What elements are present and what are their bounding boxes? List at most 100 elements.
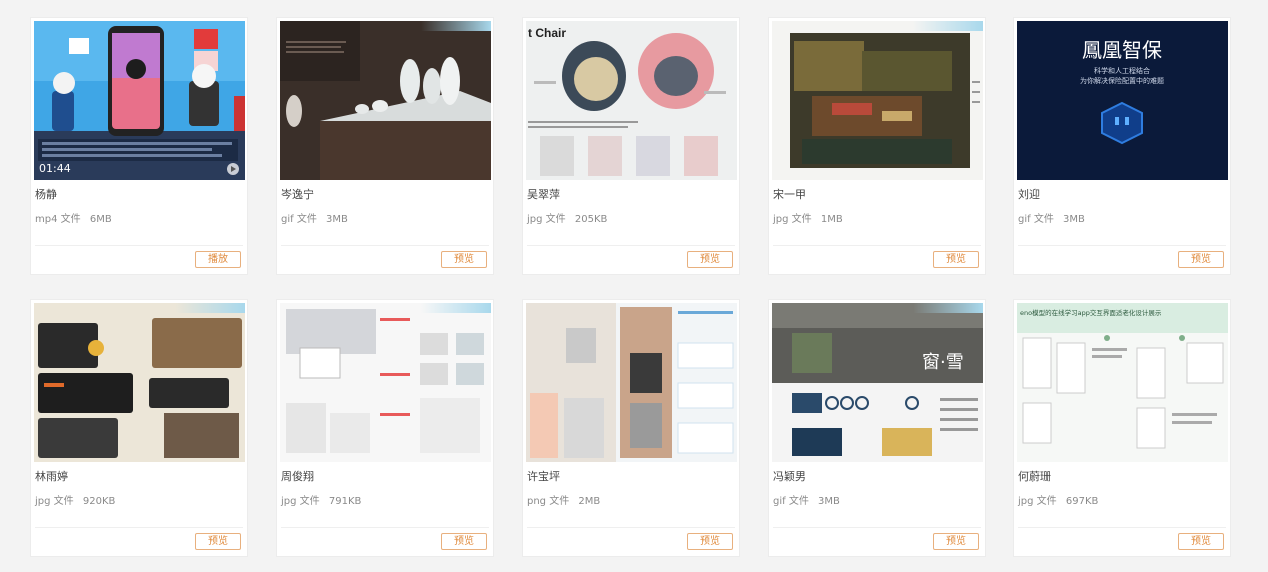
uploader-name: 何蔚珊 [1018, 470, 1051, 483]
preview-button[interactable]: 预览 [441, 251, 487, 268]
file-card[interactable]: 许宝坪 png 文件 2MB 预览 [522, 299, 740, 557]
divider [281, 527, 489, 528]
chair-design-image: t Chair [526, 21, 737, 180]
poster-subtitle-2: 为你解决保险配置中的难题 [1080, 76, 1164, 85]
divider [281, 245, 489, 246]
file-ext: jpg [527, 214, 543, 225]
preview-button[interactable]: 预览 [1178, 251, 1224, 268]
file-type-label: 文件 [60, 214, 81, 225]
file-type-label: 文件 [53, 496, 74, 507]
kitchen-appliance-image [526, 303, 737, 462]
game-scene-image [34, 21, 245, 180]
app-ui-design-image: eno模型的在线学习app交互界面适老化设计展示 [1017, 303, 1228, 462]
file-card[interactable]: eno模型的在线学习app交互界面适老化设计展示 何蔚珊 jpg 文件 697K… [1013, 299, 1231, 557]
file-ext: mp4 [35, 214, 58, 225]
file-size: 3MB [326, 214, 348, 225]
file-ext: jpg [281, 496, 297, 507]
preview-button[interactable]: 预览 [687, 251, 733, 268]
preview-button[interactable]: 预览 [195, 533, 241, 550]
file-type-label: 文件 [296, 214, 317, 225]
corner-tag [913, 303, 983, 313]
file-ext: jpg [35, 496, 51, 507]
product-sketch-image [280, 303, 491, 462]
tea-set-image [280, 21, 491, 180]
preview-button[interactable]: 预览 [933, 251, 979, 268]
image-thumbnail[interactable]: 窗·雪 [772, 303, 983, 462]
file-meta: gif 文件 3MB [773, 492, 840, 507]
divider [1018, 245, 1226, 246]
file-size: 697KB [1065, 496, 1099, 507]
image-thumbnail[interactable]: eno模型的在线学习app交互界面适老化设计展示 [1017, 303, 1228, 462]
divider [527, 527, 735, 528]
preview-button[interactable]: 预览 [1178, 533, 1224, 550]
preview-button[interactable]: 预览 [441, 533, 487, 550]
file-card[interactable]: 周俊翔 jpg 文件 791KB 预览 [276, 299, 494, 557]
uploader-name: 杨静 [35, 188, 57, 201]
window-architecture-image: 窗·雪 [772, 303, 983, 462]
divider [35, 527, 243, 528]
image-thumbnail[interactable] [280, 303, 491, 462]
file-size: 6MB [89, 214, 112, 225]
file-size: 3MB [1063, 214, 1085, 225]
file-meta: gif 文件 3MB [281, 210, 348, 225]
preview-button[interactable]: 预览 [933, 533, 979, 550]
corner-tag [421, 21, 491, 31]
file-card[interactable]: 窗·雪 冯颖男 gif 文件 3MB 预览 [768, 299, 986, 557]
file-ext: jpg [1018, 496, 1034, 507]
file-size: 791KB [328, 496, 362, 507]
file-size: 1MB [820, 214, 843, 225]
file-card[interactable]: 01:44 杨静 mp4 文件 6MB 播放 [30, 17, 248, 275]
image-thumbnail[interactable]: 鳳凰智保 科学和人工程结合 为你解决保险配置中的难题 [1017, 21, 1228, 180]
image-thumbnail[interactable]: t Chair [526, 21, 737, 180]
file-type-label: 文件 [1036, 496, 1057, 507]
file-card[interactable]: 岑逸宁 gif 文件 3MB 预览 [276, 17, 494, 275]
video-thumbnail[interactable]: 01:44 [34, 21, 245, 180]
app-design-title: eno模型的在线学习app交互界面适老化设计展示 [1020, 308, 1162, 317]
file-type-label: 文件 [549, 496, 570, 507]
uploader-name: 冯颖男 [773, 470, 806, 483]
chair-title: t Chair [528, 26, 566, 40]
corner-tag [913, 21, 983, 31]
file-ext: gif [773, 496, 786, 507]
video-duration: 01:44 [39, 162, 71, 175]
file-meta: jpg 文件 920KB [35, 492, 115, 507]
file-meta: gif 文件 3MB [1018, 210, 1085, 225]
image-thumbnail[interactable] [526, 303, 737, 462]
file-meta: jpg 文件 791KB [281, 492, 361, 507]
corner-tag [421, 303, 491, 313]
file-size: 920KB [82, 496, 116, 507]
divider [35, 245, 243, 246]
file-meta: jpg 文件 697KB [1018, 492, 1098, 507]
phoenix-poster-image: 鳳凰智保 科学和人工程结合 为你解决保险配置中的难题 [1017, 21, 1228, 180]
poster-title: 鳳凰智保 [1082, 38, 1162, 62]
file-card[interactable]: 鳳凰智保 科学和人工程结合 为你解决保险配置中的难题 刘迎 gif 文件 3MB… [1013, 17, 1231, 275]
file-card[interactable]: t Chair 吴翠萍 jpg 文件 205KB 预览 [522, 17, 740, 275]
file-type-label: 文件 [299, 496, 320, 507]
file-type-label: 文件 [788, 496, 809, 507]
preview-button[interactable]: 预览 [687, 533, 733, 550]
file-type-label: 文件 [545, 214, 566, 225]
image-thumbnail[interactable] [280, 21, 491, 180]
file-ext: gif [281, 214, 294, 225]
file-meta: jpg 文件 205KB [527, 210, 607, 225]
uploader-name: 刘迎 [1018, 188, 1040, 201]
image-thumbnail[interactable] [772, 21, 983, 180]
divider [773, 527, 981, 528]
file-card[interactable]: 林雨婷 jpg 文件 920KB 预览 [30, 299, 248, 557]
divider [1018, 527, 1226, 528]
file-size: 205KB [574, 214, 608, 225]
file-ext: gif [1018, 214, 1031, 225]
file-type-label: 文件 [791, 214, 812, 225]
file-card[interactable]: 宋一甲 jpg 文件 1MB 预览 [768, 17, 986, 275]
uploader-name: 许宝坪 [527, 470, 560, 483]
image-thumbnail[interactable] [34, 303, 245, 462]
uploader-name: 宋一甲 [773, 188, 806, 201]
uploader-name: 林雨婷 [35, 470, 68, 483]
uploader-name: 岑逸宁 [281, 188, 314, 201]
poster-subtitle-1: 科学和人工程结合 [1094, 66, 1150, 75]
file-size: 2MB [578, 496, 601, 507]
divider [527, 245, 735, 246]
play-icon[interactable] [227, 163, 239, 175]
play-button[interactable]: 播放 [195, 251, 241, 268]
car-interface-image [34, 303, 245, 462]
